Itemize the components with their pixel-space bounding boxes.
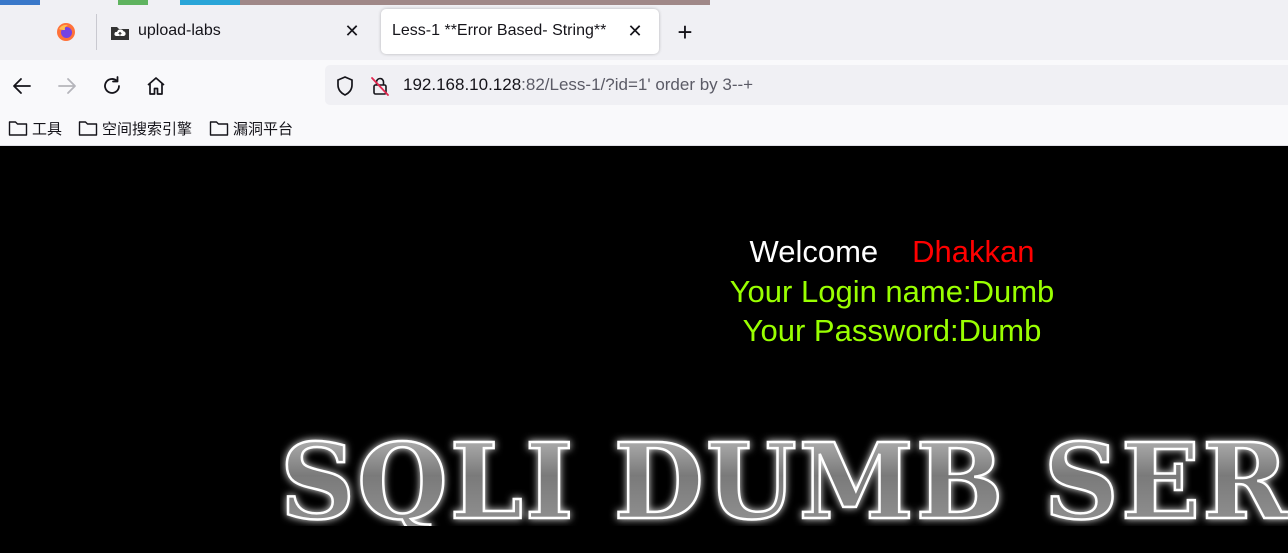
url-host: 192.168.10.128 <box>403 75 522 94</box>
password-line: Your Password:Dumb <box>742 313 1042 348</box>
home-button[interactable] <box>143 73 169 99</box>
forward-button[interactable] <box>54 73 80 99</box>
welcome-line: Welcome Dhakkan <box>592 234 1192 270</box>
firefox-icon <box>57 23 75 41</box>
arrow-right-icon <box>58 78 76 94</box>
folder-icon <box>78 121 98 136</box>
bookmark-folder-search-engines[interactable]: 空间搜索引擎 <box>78 118 192 138</box>
desktop-peek-strip <box>0 0 40 5</box>
sqli-dumb-series-banner: SQLI DUMB SERIES <box>280 426 1288 526</box>
insecure-lock-icon[interactable] <box>369 75 391 97</box>
tab-title: Less-1 **Error Based- String** <box>392 22 607 39</box>
reload-icon <box>104 76 120 94</box>
desktop-peek-strip <box>240 0 710 5</box>
tab-less-1[interactable]: Less-1 **Error Based- String** ✕ <box>381 9 659 54</box>
tab-upload-labs[interactable]: upload-labs ✕ <box>98 9 376 54</box>
bookmark-label: 漏洞平台 <box>233 120 294 138</box>
tab-close-button[interactable]: ✕ <box>625 21 645 41</box>
url-path: :82/Less-1/?id=1' order by 3--+ <box>521 75 754 94</box>
reload-button[interactable] <box>99 73 125 99</box>
arrow-left-icon <box>13 78 31 94</box>
folder-icon <box>8 121 28 136</box>
page-content: Welcome Dhakkan Your Login name:Dumb Your… <box>0 146 1288 553</box>
bookmark-label: 空间搜索引擎 <box>102 120 193 138</box>
tab-title: upload-labs <box>138 22 221 39</box>
cloud-folder-icon <box>111 27 129 40</box>
username-text: Dhakkan <box>912 234 1035 269</box>
bookmark-label: 工具 <box>32 120 63 138</box>
address-bar[interactable]: 192.168.10.128:82/Less-1/?id=1' order by… <box>325 65 1288 105</box>
back-button[interactable] <box>9 73 35 99</box>
folder-icon <box>209 121 229 136</box>
url-text[interactable]: 192.168.10.128:82/Less-1/?id=1' order by… <box>403 75 753 95</box>
home-icon <box>147 77 165 95</box>
navigation-toolbar: 192.168.10.128:82/Less-1/?id=1' order by… <box>0 60 1288 112</box>
tab-close-button[interactable]: ✕ <box>342 21 362 41</box>
bookmark-folder-vuln-platforms[interactable]: 漏洞平台 <box>209 118 293 138</box>
desktop-peek-strip <box>180 0 240 5</box>
tab-separator <box>96 14 97 50</box>
bookmarks-toolbar: 工具 空间搜索引擎 漏洞平台 <box>0 112 1288 146</box>
firefox-menu-button[interactable] <box>36 10 96 54</box>
login-name-line: Your Login name:Dumb <box>729 274 1055 309</box>
tab-strip: upload-labs ✕ Less-1 **Error Based- Stri… <box>0 0 1288 60</box>
banner-text: SQLI DUMB SERIES <box>280 426 1288 526</box>
desktop-peek-strip <box>118 0 148 5</box>
welcome-text: Welcome <box>749 234 879 269</box>
new-tab-button[interactable]: + <box>672 19 698 46</box>
bookmark-folder-tools[interactable]: 工具 <box>8 118 62 138</box>
shield-icon[interactable] <box>334 75 356 97</box>
